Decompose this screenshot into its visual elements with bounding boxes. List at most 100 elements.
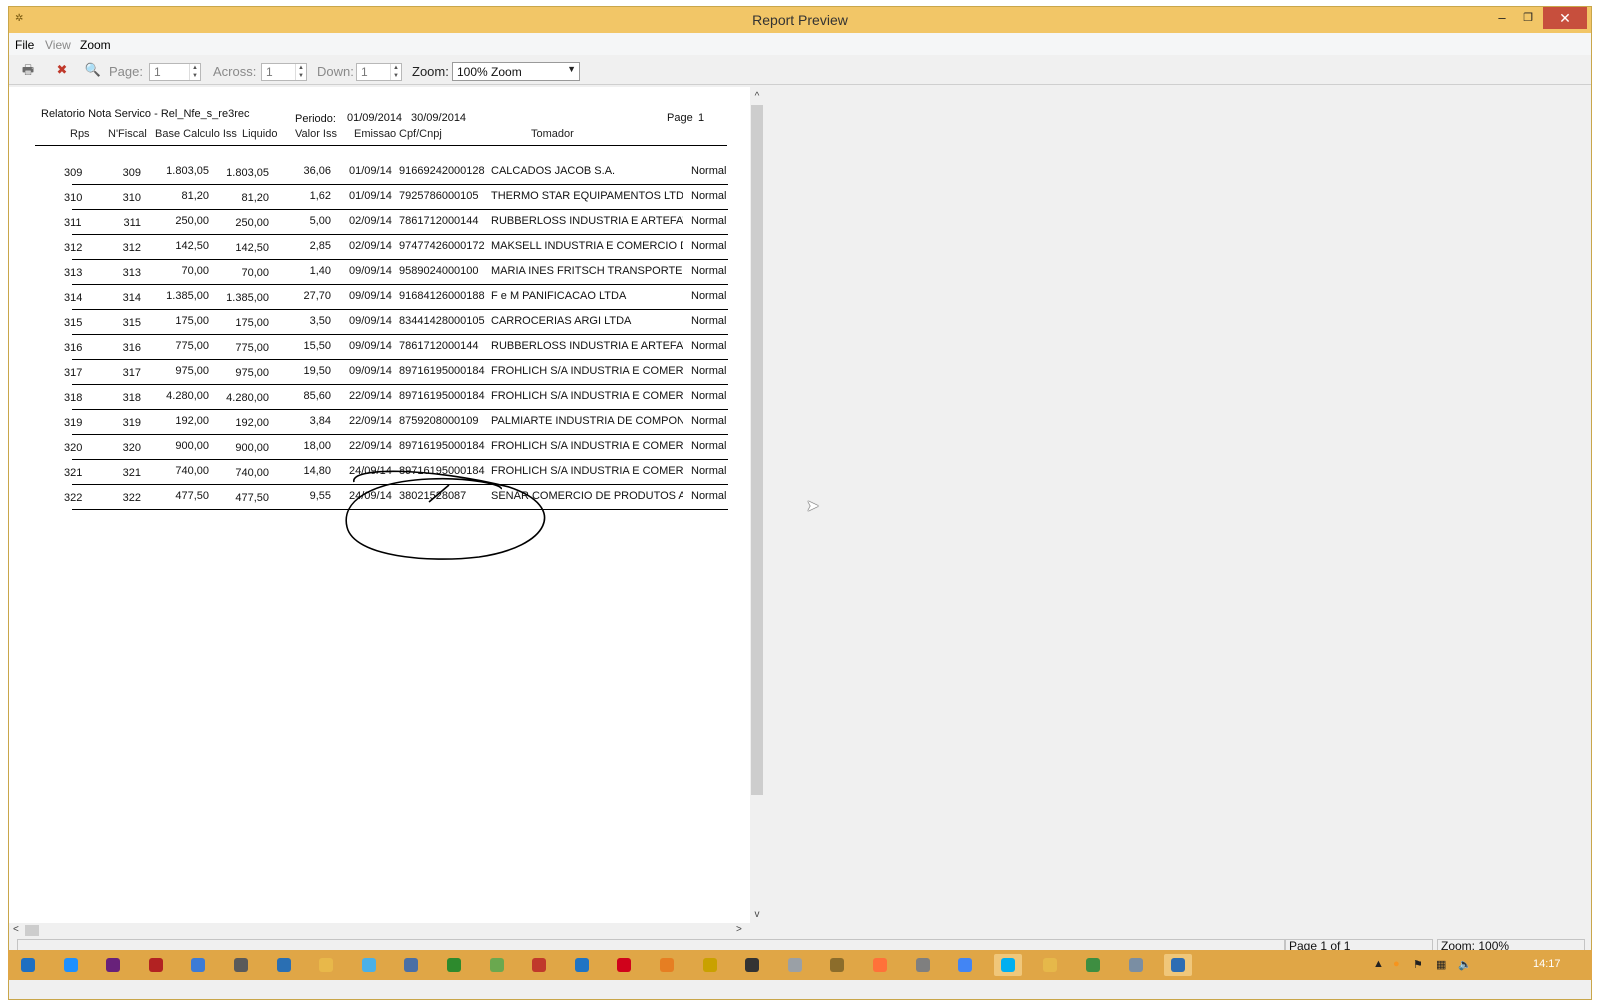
terminal-icon[interactable] — [440, 954, 468, 976]
file-explorer-icon[interactable] — [1036, 954, 1064, 976]
rps-cell: 314 — [64, 292, 83, 304]
task-manager-icon[interactable] — [1079, 954, 1107, 976]
scroll-right-icon[interactable]: > — [736, 924, 742, 935]
page-header-number: 1 — [698, 112, 705, 124]
report-title: Relatorio Nota Servico - Rel_Nfe_s_re3re… — [41, 108, 250, 120]
skype-icon[interactable] — [993, 954, 1022, 976]
nfiscal-cell: 320 — [122, 442, 141, 454]
tomador-cell: PALMIARTE INDUSTRIA DE COMPONENTES — [491, 415, 683, 427]
base-calculo-cell: 740,00 — [175, 465, 209, 477]
valor-iss-cell: 15,50 — [303, 340, 331, 352]
close-button[interactable]: ✕ — [1543, 7, 1587, 29]
base-calculo-cell: 250,00 — [175, 215, 209, 227]
row-divider — [72, 334, 728, 335]
liquido-cell: 477,50 — [235, 492, 269, 504]
valor-iss-cell: 1,62 — [309, 190, 331, 202]
firefox-icon[interactable] — [866, 954, 894, 976]
android-icon[interactable] — [483, 954, 511, 976]
rps-cell: 315 — [64, 317, 83, 329]
internet-explorer-icon[interactable] — [57, 954, 85, 976]
cpf-cnpj-cell: 7861712000144 — [399, 340, 479, 352]
row-divider — [72, 459, 728, 460]
base-calculo-cell: 4.280,00 — [166, 390, 209, 402]
calculator-icon[interactable] — [227, 954, 255, 976]
database-icon[interactable] — [270, 954, 298, 976]
tray-app-icon[interactable]: ● — [1393, 958, 1400, 970]
network-tray-icon[interactable]: ▦ — [1436, 958, 1446, 971]
liquido-cell: 775,00 — [235, 342, 269, 354]
winamp-icon[interactable] — [823, 954, 851, 976]
liquido-cell: 4.280,00 — [226, 392, 269, 404]
spinner-arrows-icon[interactable]: ▲ ▼ — [295, 64, 306, 80]
network-icon[interactable] — [397, 954, 425, 976]
settings-icon[interactable] — [1122, 954, 1150, 976]
zoom-dropdown[interactable]: 100% Zoom ▼ — [452, 62, 580, 81]
tool-icon[interactable] — [909, 954, 937, 976]
minimize-button[interactable]: – — [1489, 7, 1515, 29]
down-label: Down: — [317, 64, 354, 79]
spinner-arrows-icon[interactable]: ▲ ▼ — [390, 64, 401, 80]
menu-view[interactable]: View — [45, 38, 71, 52]
down-spinner[interactable]: 1 ▲ ▼ — [356, 63, 402, 81]
scroll-down-icon[interactable]: v — [751, 909, 763, 920]
period-end: 30/09/2014 — [411, 112, 467, 124]
down-value: 1 — [361, 65, 368, 79]
tomador-cell: SENAR COMERCIO DE PRODUTOS ALIMEN — [491, 490, 683, 502]
nfiscal-cell: 309 — [122, 167, 141, 179]
browser-icon[interactable] — [568, 954, 596, 976]
valor-iss-cell: 36,06 — [303, 165, 331, 177]
rps-cell: 316 — [64, 342, 83, 354]
media-icon[interactable] — [781, 954, 809, 976]
print-icon[interactable]: 🖶 — [19, 62, 37, 78]
base-calculo-cell: 175,00 — [175, 315, 209, 327]
volume-icon[interactable]: 🔈 — [1458, 958, 1472, 971]
liquido-cell: 250,00 — [235, 217, 269, 229]
cpf-cnpj-cell: 83441428000105 — [399, 315, 485, 327]
page-label: Page: — [109, 64, 143, 79]
opera-icon[interactable] — [610, 954, 638, 976]
remote-desktop-icon[interactable] — [184, 954, 212, 976]
print-setup-icon[interactable]: ✖ — [53, 62, 71, 78]
spinner-arrows-icon[interactable]: ▲ ▼ — [189, 64, 200, 80]
editor-icon[interactable] — [696, 954, 724, 976]
nfiscal-cell: 321 — [122, 467, 141, 479]
menu-zoom[interactable]: Zoom — [80, 38, 111, 52]
access-icon[interactable] — [525, 954, 553, 976]
notepad-icon[interactable] — [355, 954, 383, 976]
emissao-cell: 02/09/14 — [349, 215, 392, 227]
emissao-cell: 22/09/14 — [349, 440, 392, 452]
rps-cell: 320 — [64, 442, 83, 454]
magnifier-icon[interactable]: 🔍 — [84, 62, 102, 78]
folder-app-icon[interactable] — [312, 954, 340, 976]
title-bar: ✲ Report Preview – ❐ ✕ — [9, 7, 1591, 33]
liquido-cell: 1.803,05 — [226, 167, 269, 179]
liquido-cell: 740,00 — [235, 467, 269, 479]
valor-iss-cell: 3,50 — [309, 315, 331, 327]
filezilla-icon[interactable] — [142, 954, 170, 976]
situacao-cell: Normal — [691, 290, 727, 302]
clock[interactable]: 14:17 — [1533, 958, 1561, 970]
visual-studio-icon[interactable] — [99, 954, 127, 976]
page-value: 1 — [154, 65, 161, 79]
matlab-icon[interactable] — [653, 954, 681, 976]
cpf-cnpj-cell: 9589024000100 — [399, 265, 479, 277]
tray-arrow-icon[interactable]: ▲ — [1373, 958, 1384, 970]
horizontal-scrollbar[interactable]: < > — [9, 923, 750, 937]
horizontal-scroll-thumb[interactable] — [25, 925, 39, 936]
restore-button[interactable]: ❐ — [1515, 7, 1541, 29]
chevron-down-icon[interactable]: ▼ — [567, 64, 576, 74]
report-app-icon[interactable] — [1164, 954, 1193, 976]
flag-icon[interactable]: ⚑ — [1413, 958, 1423, 971]
vertical-scroll-thumb[interactable] — [751, 105, 763, 795]
chrome-icon[interactable] — [951, 954, 979, 976]
across-spinner[interactable]: 1 ▲ ▼ — [261, 63, 307, 81]
windows-start-icon[interactable] — [14, 954, 42, 976]
scroll-up-icon[interactable]: ^ — [751, 91, 763, 102]
cpf-cnpj-cell: 89716195000184 — [399, 465, 485, 477]
console-icon[interactable] — [738, 954, 766, 976]
menu-file[interactable]: File — [15, 38, 34, 52]
scroll-left-icon[interactable]: < — [13, 924, 19, 935]
page-spinner[interactable]: 1 ▲ ▼ — [149, 63, 201, 81]
row-divider — [72, 409, 728, 410]
row-divider — [72, 184, 728, 185]
